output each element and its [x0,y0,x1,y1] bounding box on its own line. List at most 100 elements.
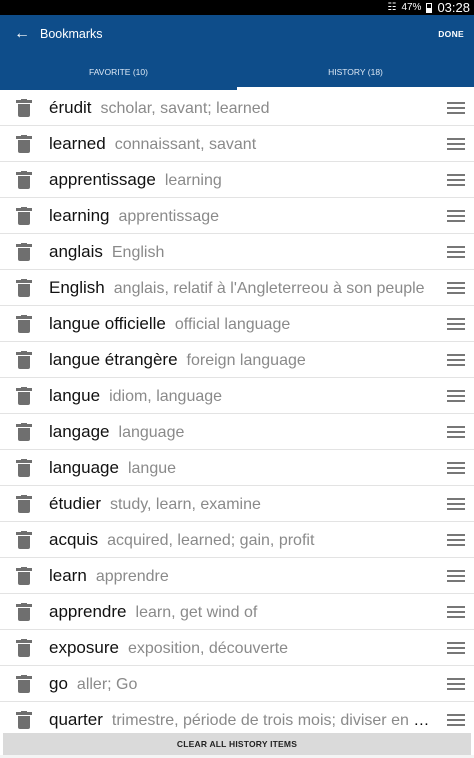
history-row[interactable]: go aller; Go [0,666,474,702]
drag-handle-icon[interactable] [447,678,465,690]
clock: 03:28 [437,0,470,15]
tab-favorite[interactable]: FAVORITE (10) [0,65,237,90]
drag-handle-icon[interactable] [447,426,465,438]
entry-term: language [49,458,119,477]
entry-term: anglais [49,242,103,261]
history-row[interactable]: learned connaissant, savant [0,126,474,162]
trash-icon[interactable] [16,711,32,729]
entry-term: langue officielle [49,314,166,333]
trash-icon[interactable] [16,135,32,153]
history-row[interactable]: érudit scholar, savant; learned [0,90,474,126]
history-entry[interactable]: langue idiom, language [49,378,434,414]
entry-definition: scholar, savant; learned [100,100,270,117]
entry-definition: official language [174,316,291,333]
drag-handle-icon[interactable] [447,102,465,114]
history-entry[interactable]: apprentissage learning [49,162,434,198]
entry-definition: connaissant, savant [114,136,257,153]
history-entry[interactable]: learn apprendre [49,558,434,594]
trash-icon[interactable] [16,567,32,585]
entry-term: quarter [49,710,103,729]
history-row[interactable]: langue idiom, language [0,378,474,414]
trash-icon[interactable] [16,459,32,477]
trash-icon[interactable] [16,639,32,657]
history-row[interactable]: language langue [0,450,474,486]
trash-icon[interactable] [16,279,32,297]
history-row[interactable]: learn apprendre [0,558,474,594]
entry-definition: acquired, learned; gain, profit [107,532,315,549]
history-row[interactable]: quarter trimestre, période de trois mois;… [0,702,474,733]
history-row[interactable]: learning apprentissage [0,198,474,234]
history-entry[interactable]: English anglais, relatif à l'Angleterreou… [49,270,434,306]
drag-handle-icon[interactable] [447,282,465,294]
battery-icon [426,2,433,13]
history-entry[interactable]: érudit scholar, savant; learned [49,90,434,126]
entry-definition: exposition, découverte [127,640,289,657]
entry-term: learned [49,134,106,153]
history-entry[interactable]: apprendre learn, get wind of [49,594,434,630]
entry-definition: trimestre, période de trois mois; divise… [111,712,434,729]
entry-term: go [49,674,68,693]
trash-icon[interactable] [16,675,32,693]
drag-handle-icon[interactable] [447,318,465,330]
entry-term: étudier [49,494,101,513]
trash-icon[interactable] [16,495,32,513]
drag-handle-icon[interactable] [447,570,465,582]
back-arrow-icon[interactable]: ← [14,25,30,43]
history-row[interactable]: apprendre learn, get wind of [0,594,474,630]
trash-icon[interactable] [16,603,32,621]
entry-definition: idiom, language [109,388,223,405]
history-entry[interactable]: langue étrangère foreign language [49,342,434,378]
tab-history[interactable]: HISTORY (18) [237,65,474,90]
history-row[interactable]: étudier study, learn, examine [0,486,474,522]
history-entry[interactable]: acquis acquired, learned; gain, profit [49,522,434,558]
drag-handle-icon[interactable] [447,714,465,726]
drag-handle-icon[interactable] [447,210,465,222]
trash-icon[interactable] [16,207,32,225]
drag-handle-icon[interactable] [447,174,465,186]
history-entry[interactable]: quarter trimestre, période de trois mois;… [49,702,434,733]
history-row[interactable]: langue étrangère foreign language [0,342,474,378]
history-entry[interactable]: exposure exposition, découverte [49,630,434,666]
history-row[interactable]: apprentissage learning [0,162,474,198]
drag-handle-icon[interactable] [447,606,465,618]
history-row[interactable]: English anglais, relatif à l'Angleterreou… [0,270,474,306]
trash-icon[interactable] [16,387,32,405]
entry-term: langue étrangère [49,350,178,369]
clear-history-button[interactable]: CLEAR ALL HISTORY ITEMS [3,733,471,755]
drag-handle-icon[interactable] [447,462,465,474]
drag-handle-icon[interactable] [447,498,465,510]
entry-definition: apprendre [95,568,169,585]
trash-icon[interactable] [16,315,32,333]
trash-icon[interactable] [16,531,32,549]
entry-definition: learn, get wind of [135,604,258,621]
history-entry[interactable]: étudier study, learn, examine [49,486,434,522]
history-row[interactable]: langue officielle official language [0,306,474,342]
entry-definition: foreign language [186,352,306,369]
drag-handle-icon[interactable] [447,390,465,402]
drag-handle-icon[interactable] [447,642,465,654]
trash-icon[interactable] [16,351,32,369]
done-button[interactable]: DONE [438,29,464,39]
trash-icon[interactable] [16,243,32,261]
drag-handle-icon[interactable] [447,354,465,366]
history-entry[interactable]: anglais English [49,234,434,270]
drag-handle-icon[interactable] [447,246,465,258]
history-entry[interactable]: language langue [49,450,434,486]
history-entry[interactable]: langage language [49,414,434,450]
history-row[interactable]: acquis acquired, learned; gain, profit [0,522,474,558]
history-row[interactable]: exposure exposition, découverte [0,630,474,666]
trash-icon[interactable] [16,99,32,117]
wifi-icon: ☷ [387,2,397,13]
history-entry[interactable]: learned connaissant, savant [49,126,434,162]
drag-handle-icon[interactable] [447,534,465,546]
history-row[interactable]: langage language [0,414,474,450]
trash-icon[interactable] [16,423,32,441]
history-row[interactable]: anglais English [0,234,474,270]
app-bar: ← Bookmarks DONE FAVORITE (10) HISTORY (… [0,15,474,90]
history-entry[interactable]: langue officielle official language [49,306,434,342]
trash-icon[interactable] [16,171,32,189]
history-entry[interactable]: go aller; Go [49,666,434,702]
entry-definition: langue [127,460,177,477]
drag-handle-icon[interactable] [447,138,465,150]
history-entry[interactable]: learning apprentissage [49,198,434,234]
